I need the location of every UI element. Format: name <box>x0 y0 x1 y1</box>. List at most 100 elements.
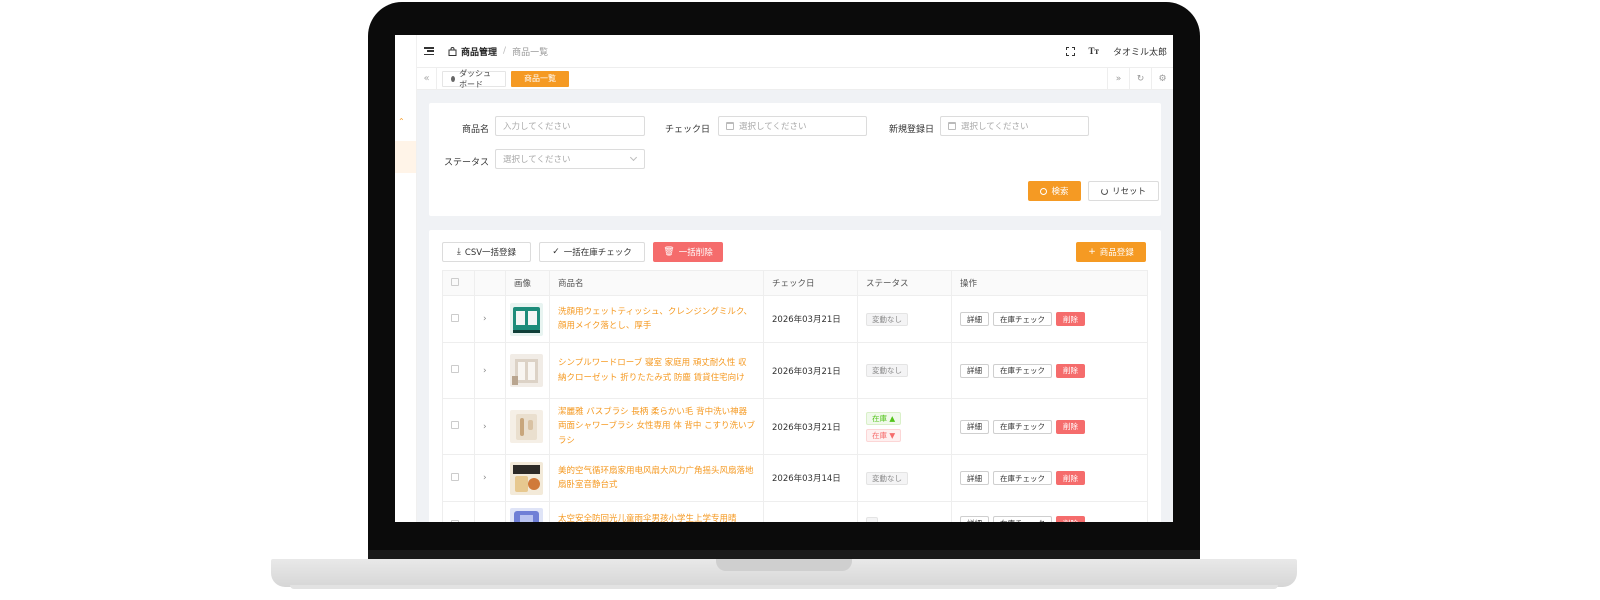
gear-icon[interactable]: ⚙ <box>1151 67 1173 90</box>
row-checkbox[interactable] <box>451 313 459 322</box>
tab-product-list-label: 商品一覧 <box>524 74 556 83</box>
user-name[interactable]: タオミル太郎 <box>1113 45 1167 58</box>
status-select[interactable]: 選択してください <box>495 149 645 169</box>
download-icon: ⤓ <box>456 247 461 257</box>
detail-button[interactable]: 詳細 <box>960 471 989 485</box>
row-actions: 詳細 在庫チェック 削除 <box>960 516 1139 522</box>
product-thumbnail[interactable] <box>510 508 543 522</box>
sidebar-item-active[interactable] <box>395 141 416 173</box>
sidebar-caret-icon[interactable]: ⌃ <box>398 117 405 126</box>
product-thumbnail[interactable] <box>510 461 543 495</box>
chevron-right-icon[interactable]: › <box>483 366 487 376</box>
reset-icon <box>1100 187 1108 195</box>
table-card: ⤓ CSV一括登録 ✓ 一括在庫チェック 🗑 一括削除 + 商品登録 画像 商品… <box>429 230 1161 522</box>
plus-icon: + <box>1088 247 1096 257</box>
product-thumbnail[interactable] <box>510 354 543 387</box>
breadcrumb-separator: / <box>503 46 507 56</box>
expand-header-cell <box>474 270 506 296</box>
product-thumbnail[interactable] <box>510 302 543 336</box>
menu-toggle-icon[interactable] <box>424 47 434 55</box>
column-header-actions: 操作 <box>951 270 1148 296</box>
delete-button[interactable]: 削除 <box>1056 363 1085 378</box>
product-name-link[interactable]: 太空安全防回光儿童雨伞男孩小学生上学专用晴 <box>558 512 755 522</box>
table-row: › 太空安全防回光儿童雨伞男孩小学生上学专用晴 詳細 在庫チェック 削除 <box>442 501 1148 522</box>
refresh-icon[interactable]: ↻ <box>1129 67 1151 90</box>
main-area: 商品管理 / 商品一覧 Tт タオミル太郎 « ダッシュボード 商品一覧 » ↻… <box>417 35 1173 522</box>
tabs-scroll-right-icon[interactable]: » <box>1107 67 1129 90</box>
row-actions: 詳細 在庫チェック 削除 <box>960 471 1139 485</box>
row-checkbox[interactable] <box>451 365 459 373</box>
bulk-check-button[interactable]: ✓ 一括在庫チェック <box>539 242 645 262</box>
sidebar: ⌃ <box>395 35 417 522</box>
breadcrumb-main[interactable]: 商品管理 <box>461 45 497 58</box>
column-header-image: 画像 <box>505 270 550 296</box>
product-table: 画像 商品名 チェック日 ステータス 操作 › 洗顔用ウェットティッシュ、クレン… <box>442 270 1148 522</box>
stock-check-button[interactable]: 在庫チェック <box>993 516 1052 522</box>
app-screen: ⌃ 商品管理 / 商品一覧 Tт タオミル太郎 « ダッシュボード 商品一覧 »… <box>395 35 1173 522</box>
check-date: 2026年03月14日 <box>772 474 841 484</box>
breadcrumb-current: 商品一覧 <box>512 47 549 58</box>
product-name-link[interactable]: 潔麗雅 バスブラシ 長柄 柔らかい毛 背中洗い神器 両面シャワーブラシ 女性専用… <box>558 405 755 449</box>
calendar-icon <box>726 122 734 130</box>
row-actions: 詳細 在庫チェック 削除 <box>960 312 1139 326</box>
status-badge <box>866 517 878 522</box>
chevron-right-icon[interactable]: › <box>483 422 487 432</box>
status-badge: 変動なし <box>866 312 908 326</box>
header-right: Tт タオミル太郎 <box>1065 45 1167 58</box>
search-button-label: 検索 <box>1051 187 1069 197</box>
bulk-delete-button[interactable]: 🗑 一括削除 <box>653 242 723 262</box>
font-size-icon[interactable]: Tт <box>1089 46 1099 56</box>
bag-icon <box>448 46 457 56</box>
product-name-link[interactable]: 美的空气循环扇家用电风扇大风力广角摇头风扇落地扇卧室音静台式 <box>558 464 755 493</box>
delete-button[interactable]: 削除 <box>1056 516 1085 522</box>
reset-button[interactable]: リセット <box>1088 181 1159 201</box>
chevron-right-icon[interactable]: › <box>483 473 487 483</box>
delete-button[interactable]: 削除 <box>1056 419 1085 434</box>
delete-button[interactable]: 削除 <box>1056 471 1085 485</box>
product-name-input[interactable]: 入力してください <box>495 116 645 136</box>
status-badge: 変動なし <box>866 471 908 485</box>
add-product-label: 商品登録 <box>1099 248 1134 258</box>
register-date-picker[interactable]: 選択してください <box>940 116 1089 136</box>
laptop-notch <box>716 559 852 571</box>
table-row: › 潔麗雅 バスブラシ 長柄 柔らかい毛 背中洗い神器 両面シャワーブラシ 女性… <box>442 398 1148 455</box>
chevron-right-icon[interactable]: › <box>483 520 487 522</box>
register-date-placeholder: 選択してください <box>961 122 1029 132</box>
detail-button[interactable]: 詳細 <box>960 419 989 434</box>
row-checkbox[interactable] <box>451 519 459 522</box>
select-all-checkbox[interactable] <box>451 277 459 286</box>
product-name-link[interactable]: シンプルワードローブ 寝室 家庭用 頑丈耐久性 収納クローゼット 折りたたみ式 … <box>558 356 755 385</box>
table-row: › シンプルワードローブ 寝室 家庭用 頑丈耐久性 収納クローゼット 折りたたみ… <box>442 342 1148 399</box>
search-button[interactable]: 検索 <box>1028 181 1081 201</box>
row-checkbox[interactable] <box>451 472 459 481</box>
tab-product-list[interactable]: 商品一覧 <box>511 70 569 87</box>
check-date-picker[interactable]: 選択してください <box>718 116 867 136</box>
chevron-right-icon[interactable]: › <box>483 314 487 324</box>
add-product-button[interactable]: + 商品登録 <box>1076 242 1146 262</box>
stock-check-button[interactable]: 在庫チェック <box>993 419 1052 434</box>
reset-button-label: リセット <box>1111 187 1146 197</box>
fullscreen-icon[interactable] <box>1065 46 1075 56</box>
check-date: 2026年03月21日 <box>772 315 841 325</box>
detail-button[interactable]: 詳細 <box>960 516 989 522</box>
stock-check-button[interactable]: 在庫チェック <box>993 471 1052 485</box>
csv-import-button[interactable]: ⤓ CSV一括登録 <box>442 242 531 262</box>
delete-button[interactable]: 削除 <box>1056 312 1085 326</box>
tab-dashboard[interactable]: ダッシュボード <box>442 68 506 89</box>
select-all-cell <box>442 270 475 296</box>
row-checkbox[interactable] <box>451 421 459 429</box>
product-thumbnail[interactable] <box>510 410 543 443</box>
product-name-link[interactable]: 洗顔用ウェットティッシュ、クレンジングミルク、顔用メイク落とし、厚手 <box>558 305 755 334</box>
tabs-scroll-left-icon[interactable]: « <box>417 67 437 90</box>
status-placeholder: 選択してください <box>503 155 571 165</box>
chevron-down-icon <box>629 153 638 162</box>
detail-button[interactable]: 詳細 <box>960 312 989 326</box>
column-header-status: ステータス <box>857 270 952 296</box>
stock-down-badge: 在庫 ▼ <box>866 428 902 442</box>
stock-check-button[interactable]: 在庫チェック <box>993 363 1052 378</box>
stock-check-button[interactable]: 在庫チェック <box>993 312 1052 326</box>
detail-button[interactable]: 詳細 <box>960 363 989 378</box>
csv-import-label: CSV一括登録 <box>464 248 517 258</box>
table-row: › 洗顔用ウェットティッシュ、クレンジングミルク、顔用メイク落とし、厚手 202… <box>442 295 1148 343</box>
tab-dashboard-label: ダッシュボード <box>459 68 492 89</box>
